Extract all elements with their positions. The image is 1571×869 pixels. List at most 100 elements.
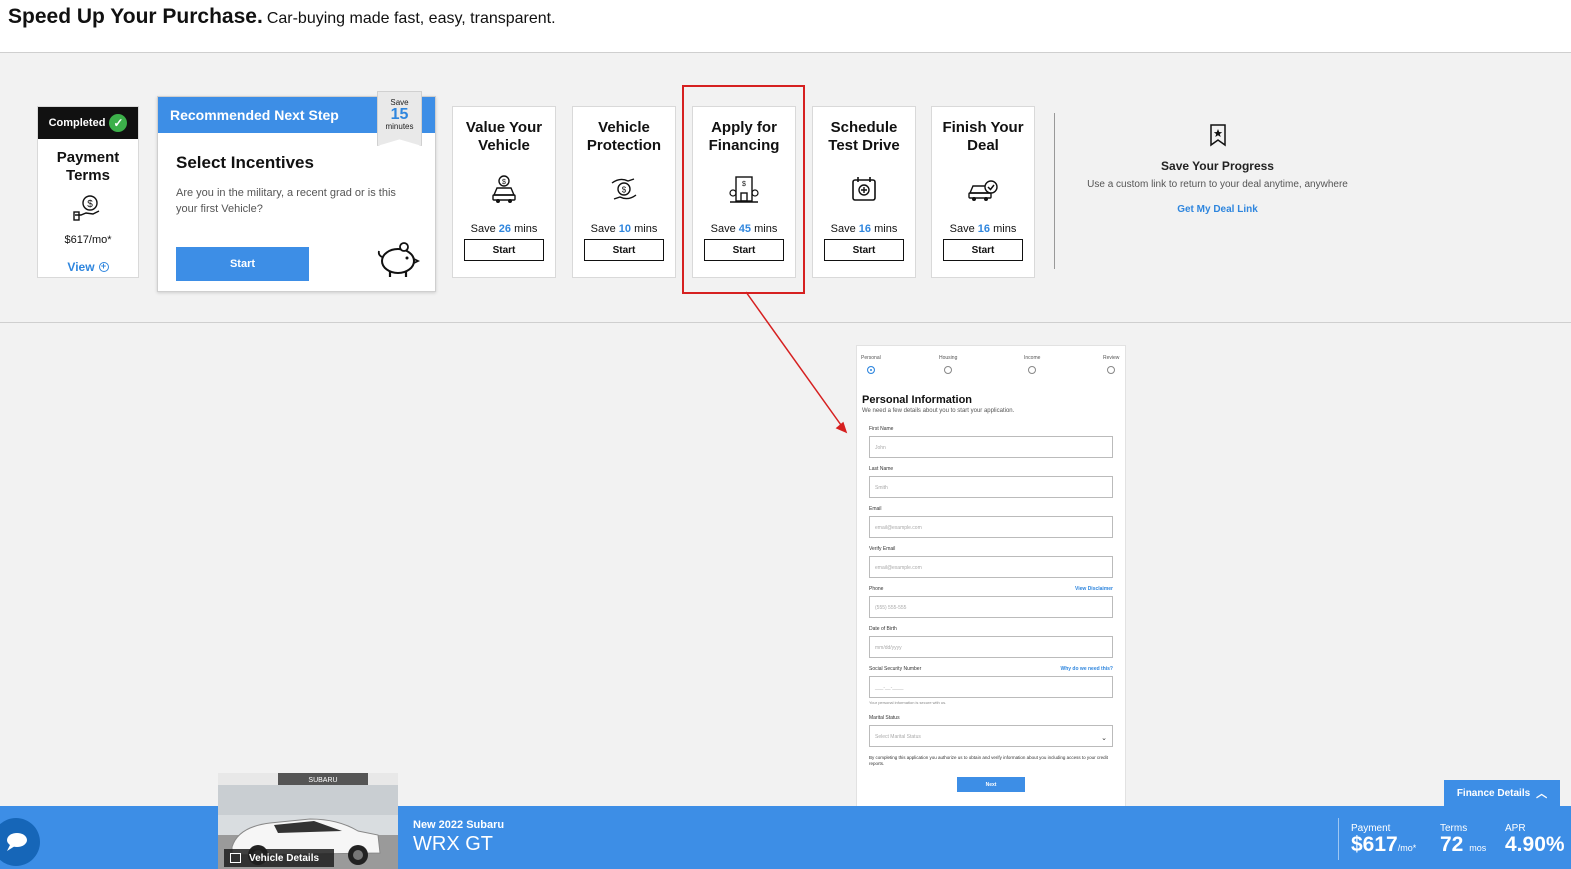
vehicle-year-make: New 2022 Subaru bbox=[413, 819, 505, 831]
field-label: Date of Birth bbox=[869, 626, 897, 632]
incentives-start-button[interactable]: Start bbox=[176, 247, 309, 281]
calendar-icon bbox=[852, 177, 876, 201]
consent-text: By completing this application you autho… bbox=[869, 755, 1108, 766]
apr-value: 4.90% bbox=[1505, 833, 1565, 856]
finance-divider bbox=[1338, 818, 1339, 860]
piggy-bank-icon bbox=[377, 242, 420, 277]
next-button[interactable]: Next bbox=[957, 777, 1025, 792]
check-icon: ✓ bbox=[109, 114, 128, 132]
recommended-step-card: Recommended Next Step Save 15 minutes Se… bbox=[157, 91, 436, 292]
get-deal-link[interactable]: Get My Deal Link bbox=[1060, 204, 1375, 215]
first-name-input[interactable]: John bbox=[869, 436, 1113, 458]
save-prefix: Save bbox=[470, 223, 496, 235]
save-progress-description: Use a custom link to return to your deal… bbox=[1087, 179, 1348, 190]
save-progress-title: Save Your Progress bbox=[1161, 159, 1274, 173]
field-label: Marital Status bbox=[869, 715, 900, 721]
card-title-line1: Payment bbox=[56, 149, 120, 166]
incentives-title: Select Incentives bbox=[176, 153, 314, 172]
save-progress-panel: Save Your Progress Use a custom link to … bbox=[1060, 123, 1375, 215]
save-suffix: mins bbox=[993, 223, 1017, 235]
view-disclaimer-link[interactable]: View Disclaimer bbox=[1075, 586, 1113, 592]
card-title: Payment Terms bbox=[38, 149, 138, 185]
form-description: We need a few details about you to start… bbox=[862, 408, 1015, 414]
terms-value: 72 mos bbox=[1440, 834, 1486, 859]
page-title: Speed Up Your Purchase. Car-buying made f… bbox=[8, 5, 556, 29]
form-title: Personal Information bbox=[862, 394, 973, 406]
save-prefix: Save bbox=[830, 223, 856, 235]
vehicle-info: New 2022 Subaru WRX GT bbox=[413, 819, 504, 856]
marital-status-select[interactable]: Select Marital Status ⌄ bbox=[869, 725, 1113, 747]
form-step-personal[interactable]: Personal bbox=[861, 355, 881, 374]
form-step-housing[interactable]: Housing bbox=[939, 355, 957, 374]
form-step-review[interactable]: Review bbox=[1103, 355, 1119, 374]
finance-details-tab[interactable]: Finance Details ︿ bbox=[1444, 780, 1560, 806]
field-label: Email bbox=[869, 506, 882, 512]
financing-form-preview: Personal Housing Income Review Personal … bbox=[856, 345, 1126, 833]
completed-badge: Completed ✓ bbox=[38, 107, 138, 139]
view-payment-terms-link[interactable]: View + bbox=[38, 260, 138, 274]
ssn-field: Social Security Number Why do we need thi… bbox=[869, 666, 1113, 698]
form-step-label: Housing bbox=[939, 355, 958, 361]
ssn-input[interactable]: ___-__-____ bbox=[869, 676, 1113, 698]
save-suffix: mins bbox=[634, 223, 658, 235]
step-title-line2: Vehicle bbox=[478, 137, 530, 154]
payment-unit: /mo* bbox=[1397, 843, 1417, 853]
vehicle-protection-start-button[interactable]: Start bbox=[584, 239, 664, 261]
hand-dollar-icon: $ bbox=[73, 195, 100, 221]
svg-text:$: $ bbox=[87, 199, 93, 210]
svg-text:$: $ bbox=[622, 186, 627, 195]
vehicle-details-button[interactable]: Vehicle Details bbox=[224, 849, 334, 867]
save-minutes: 10 bbox=[618, 223, 632, 235]
why-need-link[interactable]: Why do we need this? bbox=[1060, 666, 1113, 672]
select-value: Select Marital Status bbox=[875, 734, 921, 740]
card-title-line2: Terms bbox=[66, 167, 110, 184]
form-step-income[interactable]: Income bbox=[1024, 355, 1040, 374]
finish-deal-start-button[interactable]: Start bbox=[943, 239, 1023, 261]
dob-field: Date of Birth mm/dd/yyyy bbox=[869, 626, 1113, 658]
step-card-vehicle-protection: Vehicle Protection $ Save 10 mins Start bbox=[572, 106, 676, 278]
field-label: Last Name bbox=[869, 466, 894, 472]
payment-value: $617/mo* bbox=[1351, 834, 1416, 859]
terms-summary: Terms 72 mos bbox=[1440, 823, 1486, 859]
step-title-line1: Value Your bbox=[465, 119, 543, 136]
save-time-badge: Save 15 minutes bbox=[377, 91, 422, 146]
ssn-helper-text: Your personal information is secure with… bbox=[869, 700, 947, 705]
chevron-down-icon: ⌄ bbox=[1101, 735, 1107, 742]
vertical-divider bbox=[1054, 113, 1055, 269]
email-input[interactable]: email@example.com bbox=[869, 516, 1113, 538]
email-field: Email email@example.com bbox=[869, 506, 1113, 538]
phone-field: Phone View Disclaimer (555) 555-555 bbox=[869, 586, 1113, 618]
save-minutes: 16 bbox=[858, 223, 872, 235]
payment-summary: Payment $617/mo* bbox=[1351, 823, 1416, 859]
radio-icon bbox=[1028, 366, 1037, 374]
step-title: Schedule Test Drive bbox=[813, 119, 915, 155]
badge-minutes-unit: minutes bbox=[385, 122, 414, 131]
step-card-value-vehicle: Value Your Vehicle $ Save 26 mins Start bbox=[452, 106, 556, 278]
page-subtitle: Car-buying made fast, easy, transparent. bbox=[266, 10, 556, 27]
save-suffix: mins bbox=[514, 223, 538, 235]
test-drive-start-button[interactable]: Start bbox=[824, 239, 904, 261]
marital-status-field: Marital Status Select Marital Status ⌄ bbox=[869, 715, 1113, 747]
step-title-line2: Test Drive bbox=[828, 137, 900, 154]
form-step-label: Income bbox=[1024, 355, 1041, 361]
page-header: Speed Up Your Purchase. Car-buying made f… bbox=[0, 0, 1571, 53]
last-name-input[interactable]: Smith bbox=[869, 476, 1113, 498]
dob-input[interactable]: mm/dd/yyyy bbox=[869, 636, 1113, 658]
steps-section: Completed ✓ Payment Terms $ $617/mo* Vie… bbox=[0, 53, 1571, 323]
plus-circle-icon: + bbox=[98, 262, 109, 272]
payment-terms-card: Completed ✓ Payment Terms $ $617/mo* Vie… bbox=[37, 106, 139, 278]
form-progress-steps: Personal Housing Income Review bbox=[857, 346, 1125, 376]
save-prefix: Save bbox=[590, 223, 616, 235]
view-label: View bbox=[67, 260, 95, 274]
verify-email-input[interactable]: email@example.com bbox=[869, 556, 1113, 578]
page-title-text: Speed Up Your Purchase. bbox=[8, 5, 263, 28]
step-title-line2: Deal bbox=[967, 137, 999, 154]
apr-summary: APR 4.90% bbox=[1505, 823, 1565, 856]
form-step-label: Personal bbox=[861, 355, 881, 361]
verify-email-field: Verify Email email@example.com bbox=[869, 546, 1113, 578]
phone-input[interactable]: (555) 555-555 bbox=[869, 596, 1113, 618]
step-save-time: Save 26 mins bbox=[453, 223, 555, 235]
highlight-box bbox=[682, 85, 805, 294]
value-vehicle-start-button[interactable]: Start bbox=[464, 239, 544, 261]
save-minutes: 26 bbox=[498, 223, 512, 235]
